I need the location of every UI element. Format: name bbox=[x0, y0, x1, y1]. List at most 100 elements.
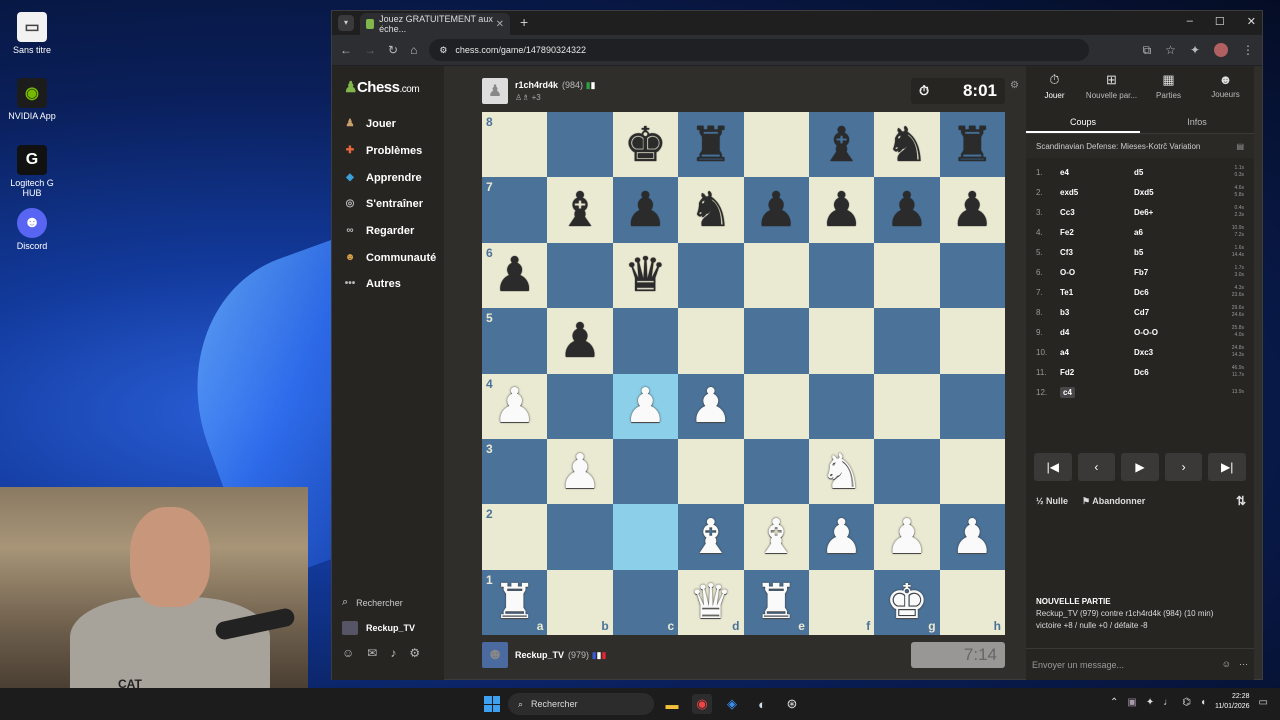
square-b4[interactable] bbox=[547, 373, 613, 439]
black-move[interactable]: Dc6 bbox=[1134, 368, 1214, 377]
sidebar-item-communaute[interactable]: ☻ Communauté bbox=[342, 244, 437, 271]
square-d2[interactable]: ♝ bbox=[678, 504, 744, 570]
sidebar-search[interactable]: ⌕ Rechercher bbox=[342, 590, 415, 615]
desktop-icon-sans-titre[interactable]: ▭ Sans titre bbox=[0, 12, 64, 55]
black-move[interactable]: d5 bbox=[1134, 168, 1214, 177]
square-g4[interactable] bbox=[874, 373, 940, 439]
white-pawn-icon[interactable]: ♟ bbox=[951, 513, 994, 561]
white-bishop-icon[interactable]: ♝ bbox=[689, 513, 732, 561]
square-a3[interactable]: 3 bbox=[482, 438, 548, 505]
square-c4[interactable]: ♟ bbox=[612, 373, 679, 439]
sidebar-item-apprendre[interactable]: ◆ Apprendre bbox=[342, 164, 436, 191]
home-icon[interactable]: ⌂ bbox=[410, 43, 417, 57]
bookmark-star-icon[interactable]: ☆ bbox=[1165, 43, 1176, 57]
browser-tab[interactable]: Jouez GRATUITEMENT aux éche... ✕ bbox=[360, 13, 510, 35]
black-bishop-icon[interactable]: ♝ bbox=[820, 121, 863, 169]
black-move[interactable]: Dc6 bbox=[1134, 288, 1214, 297]
square-g2[interactable]: ♟ bbox=[874, 504, 940, 570]
desktop-icon-nvidia[interactable]: ◉ NVIDIA App bbox=[0, 78, 64, 121]
back-icon[interactable]: ← bbox=[340, 43, 352, 57]
url-field[interactable]: ⚙ chess.com/game/147890324322 bbox=[429, 39, 1090, 61]
steam-icon[interactable]: ◐ bbox=[752, 694, 772, 714]
square-d8[interactable]: ♜ bbox=[678, 112, 744, 178]
square-f1[interactable]: f bbox=[808, 569, 875, 635]
black-pawn-icon[interactable]: ♟ bbox=[951, 186, 994, 234]
square-g8[interactable]: ♞ bbox=[874, 112, 940, 178]
tab-jouer[interactable]: ⏱ Jouer bbox=[1026, 66, 1083, 110]
top-player-name[interactable]: r1ch4rd4k bbox=[515, 80, 558, 90]
black-queen-icon[interactable]: ♛ bbox=[624, 251, 667, 299]
sidebar-item-problemes[interactable]: ✚ Problèmes bbox=[342, 138, 436, 165]
black-move[interactable]: De6+ bbox=[1134, 208, 1214, 217]
square-a1[interactable]: 1 a ♜ bbox=[482, 569, 548, 635]
square-f4[interactable] bbox=[808, 373, 875, 439]
square-b2[interactable] bbox=[547, 504, 613, 570]
black-move[interactable]: Dxc3 bbox=[1134, 348, 1214, 357]
white-move[interactable]: Te1 bbox=[1060, 288, 1134, 297]
white-move[interactable]: a4 bbox=[1060, 348, 1134, 357]
close-window-icon[interactable]: ✕ bbox=[1247, 15, 1256, 28]
square-h6[interactable] bbox=[939, 242, 1005, 309]
resign-button[interactable]: ⚑ Abandonner bbox=[1082, 496, 1145, 507]
sidebar-item-autres[interactable]: ••• Autres bbox=[342, 271, 436, 298]
menu-dots-icon[interactable]: ⋮ bbox=[1242, 43, 1254, 57]
square-f6[interactable] bbox=[808, 242, 875, 309]
tab-joueurs[interactable]: ☻ Joueurs bbox=[1197, 66, 1254, 110]
square-g7[interactable]: ♟ bbox=[874, 177, 940, 243]
white-rook-icon[interactable]: ♜ bbox=[755, 578, 798, 626]
white-pawn-icon[interactable]: ♟ bbox=[820, 513, 863, 561]
forward-icon[interactable]: → bbox=[364, 43, 376, 57]
square-h2[interactable]: ♟ bbox=[939, 504, 1005, 570]
install-app-icon[interactable]: ⧉ bbox=[1143, 43, 1152, 58]
minimize-icon[interactable]: – bbox=[1187, 15, 1193, 28]
notifications-bell-icon[interactable]: ♪ bbox=[390, 646, 396, 660]
square-c6[interactable]: ♛ bbox=[612, 242, 679, 309]
square-d4[interactable]: ♟ bbox=[678, 373, 744, 439]
square-h4[interactable] bbox=[939, 373, 1005, 439]
file-explorer-icon[interactable]: ▬ bbox=[662, 694, 682, 714]
subtab-coups[interactable]: Coups bbox=[1026, 110, 1140, 133]
first-move-button[interactable]: |◀ bbox=[1034, 453, 1072, 481]
chevron-up-icon[interactable]: ⌃ bbox=[1110, 697, 1118, 708]
black-move[interactable]: b5 bbox=[1134, 248, 1214, 257]
board-settings-icon[interactable]: ⚙ bbox=[1010, 80, 1019, 91]
avatar[interactable]: ☻ bbox=[482, 642, 508, 668]
tab-nouvelle-partie[interactable]: ⊞ Nouvelle par... bbox=[1083, 66, 1140, 110]
next-move-button[interactable]: › bbox=[1164, 453, 1203, 481]
square-h8[interactable]: ♜ bbox=[939, 112, 1005, 178]
white-pawn-icon[interactable]: ♟ bbox=[885, 513, 928, 561]
black-knight-icon[interactable]: ♞ bbox=[689, 186, 732, 234]
white-move[interactable]: b3 bbox=[1060, 308, 1134, 317]
previous-move-button[interactable]: ‹ bbox=[1077, 453, 1116, 481]
last-move-button[interactable]: ▶| bbox=[1208, 453, 1246, 481]
app-record-icon[interactable]: ⊛ bbox=[782, 694, 802, 714]
white-move[interactable]: exd5 bbox=[1060, 188, 1134, 197]
square-h1[interactable]: h bbox=[939, 569, 1005, 635]
square-f8[interactable]: ♝ bbox=[808, 112, 875, 178]
close-tab-icon[interactable]: ✕ bbox=[496, 19, 504, 30]
chrome-icon[interactable]: ◉ bbox=[692, 694, 712, 714]
square-b8[interactable] bbox=[547, 112, 613, 178]
chess-logo[interactable]: ♟Chess.com bbox=[344, 78, 420, 96]
white-move[interactable]: e4 bbox=[1060, 168, 1134, 177]
square-e2[interactable]: ♝ bbox=[743, 504, 809, 570]
black-pawn-icon[interactable]: ♟ bbox=[493, 251, 536, 299]
white-move[interactable]: Fd2 bbox=[1060, 368, 1134, 377]
white-pawn-icon[interactable]: ♟ bbox=[689, 382, 732, 430]
white-move[interactable]: c4 bbox=[1060, 386, 1075, 398]
square-b6[interactable] bbox=[547, 242, 613, 309]
square-c8[interactable]: ♚ bbox=[612, 112, 679, 178]
reload-icon[interactable]: ↻ bbox=[388, 43, 398, 57]
white-move[interactable]: Cc3 bbox=[1060, 208, 1134, 217]
square-a8[interactable]: 8 bbox=[482, 112, 548, 178]
square-h3[interactable] bbox=[939, 438, 1005, 505]
square-a2[interactable]: 2 bbox=[482, 504, 548, 570]
square-e8[interactable] bbox=[743, 112, 809, 178]
microphone-icon[interactable]: ♩ bbox=[1163, 697, 1173, 708]
square-b1[interactable]: b bbox=[547, 569, 613, 635]
square-c3[interactable] bbox=[612, 438, 679, 505]
square-e5[interactable] bbox=[743, 308, 809, 374]
white-pawn-icon[interactable]: ♟ bbox=[493, 382, 536, 430]
chess-board[interactable]: 8 ♚ ♜ ♝ ♞ ♜ 7 ♝ ♟ ♞ ♟ ♟ ♟ ♟ 6 ♟ ♛ 5 ♟ 4 ♟ ♟ ♟ 3 ♟ ♞ 2 ♝ ♝ ♟ ♟ ♟ 1 a ♜ b c d ♛ e… bbox=[482, 112, 1005, 635]
notifications-icon[interactable]: ▭ bbox=[1259, 697, 1268, 708]
